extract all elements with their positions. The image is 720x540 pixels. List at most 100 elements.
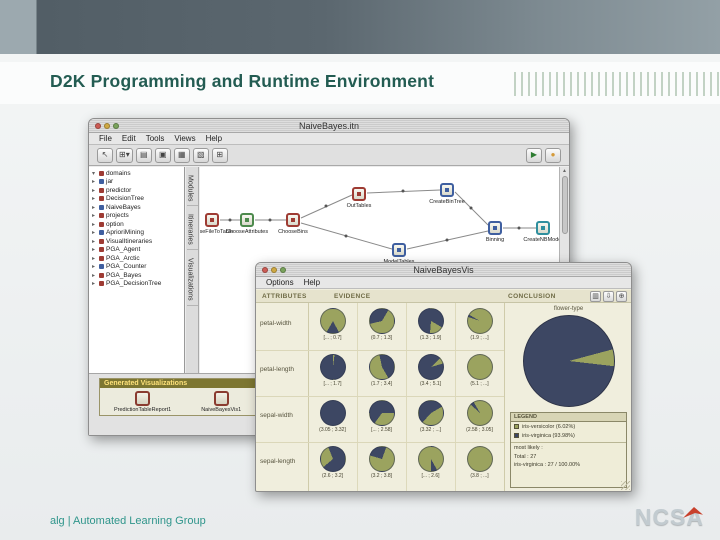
workflow-node[interactable]: ChooseBins — [286, 213, 300, 227]
tree-item[interactable]: ▸PGA_Bayes — [89, 271, 184, 280]
evidence-cell[interactable]: [... ; 1.7] — [308, 350, 357, 396]
tree-item[interactable]: ▸AprioriMining — [89, 229, 184, 238]
generated-vis-item[interactable]: PredictionTableReport1 — [114, 391, 171, 413]
print-itinerary-icon[interactable]: ▧ — [193, 148, 209, 163]
module-glyph-icon — [541, 226, 545, 230]
tree-item[interactable]: ▸option — [89, 220, 184, 229]
tab-modules[interactable]: Modules — [187, 171, 198, 206]
legend-swatch-icon — [514, 433, 519, 438]
tree-item[interactable]: ▸DecisionTree — [89, 195, 184, 204]
generated-vis-label: PredictionTableReport1 — [114, 407, 171, 413]
chevron-right-icon: ▸ — [92, 272, 97, 279]
evidence-cell[interactable]: (2.58 ; 3.05] — [455, 396, 504, 442]
evidence-cell[interactable]: (1.9 ; ...] — [455, 304, 504, 350]
generated-vis-item[interactable]: NaiveBayesVis1 — [201, 391, 241, 413]
workflow-node[interactable]: Binning — [488, 221, 502, 235]
menu-views[interactable]: Views — [174, 133, 195, 145]
maximize-icon[interactable] — [280, 267, 286, 273]
evidence-cell[interactable]: (1.3 ; 1.9] — [406, 304, 455, 350]
zoom-icon[interactable]: ⊕ — [616, 291, 627, 302]
tab-visualizations[interactable]: Visualizations — [187, 254, 198, 306]
module-icon — [99, 256, 104, 261]
close-icon[interactable] — [262, 267, 268, 273]
close-icon[interactable] — [95, 123, 101, 129]
chevron-right-icon: ▸ — [92, 280, 97, 287]
module-glyph-icon — [291, 218, 295, 222]
minimize-icon[interactable] — [104, 123, 110, 129]
evidence-cell[interactable]: (3.8 ; ...] — [455, 442, 504, 488]
evidence-cell[interactable]: [... ; 2.6] — [406, 442, 455, 488]
evidence-pie — [320, 400, 346, 426]
resize-grip[interactable] — [621, 481, 630, 490]
tree-item-label: NaiveBayes — [106, 204, 141, 211]
menu-edit[interactable]: Edit — [122, 133, 136, 145]
stop-itinerary-icon[interactable]: ● — [545, 148, 561, 163]
evidence-cell[interactable]: (3.05 ; 3.32] — [308, 396, 357, 442]
scroll-up-icon[interactable]: ▲ — [562, 168, 567, 174]
open-itinerary-icon[interactable]: ▣ — [155, 148, 171, 163]
module-icon — [240, 213, 254, 227]
window1-menubar: File Edit Tools Views Help — [89, 133, 569, 145]
module-icon — [99, 171, 104, 176]
evidence-cell[interactable]: [... ; 0.7] — [308, 304, 357, 350]
workflow-node[interactable]: ParseFileToTable — [205, 213, 219, 227]
workflow-node[interactable]: OutTables — [352, 187, 366, 201]
workflow-node[interactable]: ChooseAttributes — [240, 213, 254, 227]
tree-item[interactable]: ▸PGA_Agent — [89, 246, 184, 255]
chevron-right-icon: ▸ — [92, 229, 97, 236]
evidence-cell[interactable]: (2.6 ; 3.2] — [308, 442, 357, 488]
menu-file[interactable]: File — [99, 133, 112, 145]
tree-item-label: option — [106, 221, 124, 228]
evidence-pie — [369, 308, 395, 334]
chevron-right-icon: ▸ — [92, 263, 97, 270]
run-itinerary-icon[interactable]: ▶ — [526, 148, 542, 163]
module-icon — [440, 183, 454, 197]
tree-item[interactable]: ▸VisualItineraries — [89, 237, 184, 246]
evidence-pie — [418, 354, 444, 380]
workflow-node[interactable]: CreateNBModel — [536, 221, 550, 235]
workflow-node[interactable]: CreateBinTree — [440, 183, 454, 197]
evidence-cell[interactable]: (3.32 ; ...] — [406, 396, 455, 442]
tree-item[interactable]: ▸projects — [89, 212, 184, 221]
evidence-cell[interactable]: (5.1 ; ...] — [455, 350, 504, 396]
grid-toggle-icon[interactable]: ⊞ — [212, 148, 228, 163]
minimize-icon[interactable] — [271, 267, 277, 273]
tab-itineraries[interactable]: Itineraries — [187, 210, 198, 250]
save-itinerary-icon[interactable]: ▦ — [174, 148, 190, 163]
tree-item-label: PGA_Agent — [106, 246, 140, 253]
vis-header-buttons: ▥⇩⊕ — [590, 291, 627, 302]
module-glyph-icon — [397, 248, 401, 252]
print-icon[interactable]: ▥ — [590, 291, 601, 302]
module-glyph-icon — [357, 192, 361, 196]
chevron-right-icon: ▸ — [92, 178, 97, 185]
scrollbar-thumb[interactable] — [562, 176, 568, 234]
evidence-cell[interactable]: (1.7 ; 3.4] — [357, 350, 406, 396]
pointer-tool-icon[interactable]: ↖ — [97, 148, 113, 163]
window2-titlebar[interactable]: NaiveBayesVis — [256, 263, 631, 277]
new-itinerary-icon[interactable]: ▤ — [136, 148, 152, 163]
evidence-cell[interactable]: (0.7 ; 1.3] — [357, 304, 406, 350]
tree-item[interactable]: ▸PGA_Counter — [89, 263, 184, 272]
conclusion-pie[interactable] — [523, 315, 615, 407]
save-icon[interactable]: ⇩ — [603, 291, 614, 302]
tree-item[interactable]: ▸predictor — [89, 186, 184, 195]
menu-options[interactable]: Options — [266, 277, 294, 289]
module-icon — [99, 222, 104, 227]
module-icon — [99, 179, 104, 184]
evidence-cell[interactable]: (3.4 ; 5.1] — [406, 350, 455, 396]
tree-item[interactable]: ▾domains — [89, 169, 184, 178]
module-palette-icon[interactable]: ⊞▾ — [116, 148, 133, 163]
window1-titlebar[interactable]: NaiveBayes.itn — [89, 119, 569, 133]
menu-help[interactable]: Help — [206, 133, 222, 145]
tree-item[interactable]: ▸jar — [89, 178, 184, 187]
evidence-cell[interactable]: [... ; 2.58] — [357, 396, 406, 442]
tree-item[interactable]: ▸NaiveBayes — [89, 203, 184, 212]
tree-item[interactable]: ▸PGA_Arctic — [89, 254, 184, 263]
menu-help[interactable]: Help — [304, 277, 320, 289]
menu-tools[interactable]: Tools — [146, 133, 165, 145]
maximize-icon[interactable] — [113, 123, 119, 129]
module-icon — [99, 188, 104, 193]
evidence-cell[interactable]: (3.2 ; 3.8] — [357, 442, 406, 488]
workflow-node[interactable]: ModelTables — [392, 243, 406, 257]
tree-item[interactable]: ▸PGA_DecisionTree — [89, 280, 184, 289]
